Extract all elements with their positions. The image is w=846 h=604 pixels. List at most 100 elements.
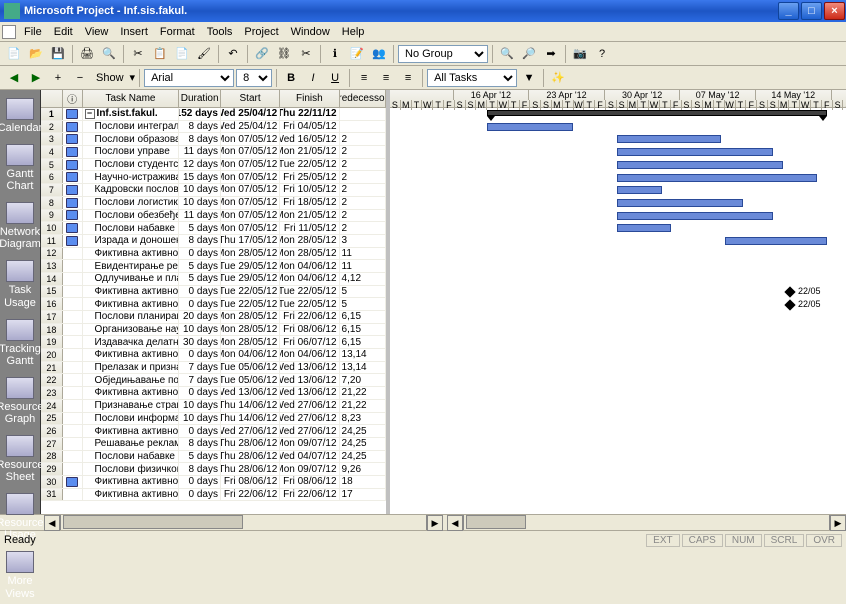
duration-cell[interactable]: 11 days — [179, 210, 221, 222]
task-bar[interactable] — [617, 135, 721, 143]
menu-project[interactable]: Project — [238, 24, 284, 40]
duration-cell[interactable]: 8 days — [179, 438, 221, 450]
finish-cell[interactable]: Tue 22/05/12 — [280, 298, 339, 310]
duration-cell[interactable]: 7 days — [179, 362, 221, 374]
finish-cell[interactable]: Wed 27/06/12 — [280, 425, 339, 437]
menu-view[interactable]: View — [79, 24, 115, 40]
pred-cell[interactable]: 21,22 — [340, 400, 386, 412]
taskname-cell[interactable]: Фиктивна активност — [83, 476, 180, 488]
pred-cell[interactable]: 7,20 — [340, 374, 386, 386]
indent-button[interactable]: ▶ — [26, 68, 46, 88]
unlink-button[interactable]: ⛓ — [274, 44, 294, 64]
row-header[interactable]: 11 — [41, 235, 63, 247]
autofilter-button[interactable]: ▼ — [519, 68, 539, 88]
row-header[interactable]: 23 — [41, 387, 63, 399]
finish-cell[interactable]: Mon 04/06/12 — [280, 349, 339, 361]
row-header[interactable]: 15 — [41, 286, 63, 298]
row-header[interactable]: 22 — [41, 374, 63, 386]
duration-cell[interactable]: 0 days — [179, 349, 221, 361]
copy-button[interactable]: 📋 — [150, 44, 170, 64]
task-bar[interactable] — [617, 186, 662, 194]
maximize-button[interactable]: □ — [801, 2, 822, 20]
taskname-cell[interactable]: Фиктивна активност — [83, 489, 180, 501]
menu-window[interactable]: Window — [285, 24, 336, 40]
col-taskname[interactable]: Task Name — [83, 90, 180, 107]
viewbar-item[interactable]: Resource Sheet — [0, 431, 40, 487]
menu-tools[interactable]: Tools — [201, 24, 239, 40]
taskname-cell[interactable]: Послови интегралног — [83, 121, 180, 133]
finish-cell[interactable]: Tue 22/05/12 — [280, 286, 339, 298]
task-bar[interactable] — [617, 148, 773, 156]
milestone-marker[interactable] — [784, 286, 795, 297]
table-hscroll-thumb[interactable] — [63, 515, 243, 529]
italic-button[interactable]: I — [303, 68, 323, 88]
row-header[interactable]: 2 — [41, 121, 63, 133]
start-cell[interactable]: Thu 28/06/12 — [221, 451, 280, 463]
viewbar-item[interactable]: Task Usage — [0, 256, 40, 312]
taskname-cell[interactable]: Научно-истраживач — [83, 171, 180, 183]
finish-cell[interactable]: Wed 27/06/12 — [280, 413, 339, 425]
start-cell[interactable]: Mon 07/05/12 — [221, 133, 280, 145]
finish-cell[interactable]: Wed 16/05/12 — [280, 133, 339, 145]
col-finish[interactable]: Finish — [280, 90, 339, 107]
start-cell[interactable]: Fri 22/06/12 — [221, 489, 280, 501]
table-row[interactable]: 10Послови набавке5 daysMon 07/05/12Fri 1… — [41, 222, 386, 235]
duration-cell[interactable]: 0 days — [179, 248, 221, 260]
pred-cell[interactable]: 13,14 — [340, 362, 386, 374]
table-row[interactable]: 15Фиктивна активност0 daysTue 22/05/12Tu… — [41, 286, 386, 299]
duration-cell[interactable]: 8 days — [179, 133, 221, 145]
duration-cell[interactable]: 11 days — [179, 146, 221, 158]
table-row[interactable]: 27Решавање рекламац8 daysThu 28/06/12Mon… — [41, 438, 386, 451]
row-header[interactable]: 13 — [41, 260, 63, 272]
table-row[interactable]: 2Послови интегралног8 daysWed 25/04/12Fr… — [41, 121, 386, 134]
row-header[interactable]: 26 — [41, 425, 63, 437]
table-row[interactable]: 8Послови логистике10 daysMon 07/05/12Fri… — [41, 197, 386, 210]
pred-cell[interactable] — [340, 121, 386, 133]
row-header[interactable]: 21 — [41, 362, 63, 374]
task-bar[interactable] — [617, 224, 671, 232]
table-row[interactable]: 13Евидентирање реали5 daysTue 29/05/12Mo… — [41, 260, 386, 273]
row-header[interactable]: 19 — [41, 336, 63, 348]
duration-cell[interactable]: 10 days — [179, 413, 221, 425]
col-rowhead[interactable] — [41, 90, 63, 107]
taskname-cell[interactable]: Фиктивна активност — [83, 349, 180, 361]
finish-cell[interactable]: Fri 04/05/12 — [280, 121, 339, 133]
copy-picture-button[interactable]: 📷 — [570, 44, 590, 64]
font-size-select[interactable]: 8 — [236, 69, 272, 87]
table-row[interactable]: 5Послови студентске12 daysMon 07/05/12Tu… — [41, 159, 386, 172]
row-header[interactable]: 1 — [41, 108, 63, 120]
pred-cell[interactable]: 2 — [340, 184, 386, 196]
finish-cell[interactable]: Mon 28/05/12 — [280, 248, 339, 260]
start-cell[interactable]: Mon 07/05/12 — [221, 159, 280, 171]
row-header[interactable]: 29 — [41, 463, 63, 475]
start-cell[interactable]: Wed 25/04/12 — [221, 121, 280, 133]
finish-cell[interactable]: Mon 04/06/12 — [280, 260, 339, 272]
new-button[interactable]: 📄 — [4, 44, 24, 64]
start-cell[interactable]: Mon 28/05/12 — [221, 324, 280, 336]
pred-cell[interactable]: 2 — [340, 146, 386, 158]
table-row[interactable]: 26Фиктивна активност0 daysWed 27/06/12We… — [41, 425, 386, 438]
start-cell[interactable]: Mon 28/05/12 — [221, 336, 280, 348]
duration-cell[interactable]: 8 days — [179, 463, 221, 475]
row-header[interactable]: 25 — [41, 413, 63, 425]
taskname-cell[interactable]: Фиктивна активност — [83, 286, 180, 298]
info-button[interactable]: ℹ — [325, 44, 345, 64]
duration-cell[interactable]: 20 days — [179, 311, 221, 323]
table-row[interactable]: 16Фиктивна активност0 daysTue 22/05/12Tu… — [41, 298, 386, 311]
pred-cell[interactable]: 2 — [340, 171, 386, 183]
align-center-button[interactable]: ≡ — [376, 68, 396, 88]
table-row[interactable]: 23Фиктивна активност0 daysWed 13/06/12We… — [41, 387, 386, 400]
col-duration[interactable]: Duration — [179, 90, 221, 107]
viewbar-item[interactable]: Gantt Chart — [0, 140, 40, 196]
duration-cell[interactable]: 5 days — [179, 222, 221, 234]
menu-edit[interactable]: Edit — [48, 24, 79, 40]
hide-outline-button[interactable]: − — [70, 68, 90, 88]
duration-cell[interactable]: 5 days — [179, 451, 221, 463]
taskname-cell[interactable]: Решавање рекламац — [83, 438, 180, 450]
milestone-marker[interactable] — [784, 299, 795, 310]
pred-cell[interactable]: 8,23 — [340, 413, 386, 425]
taskname-cell[interactable]: Послови студентске — [83, 159, 180, 171]
start-cell[interactable]: Tue 22/05/12 — [221, 286, 280, 298]
help-button[interactable]: ? — [592, 44, 612, 64]
row-header[interactable]: 27 — [41, 438, 63, 450]
